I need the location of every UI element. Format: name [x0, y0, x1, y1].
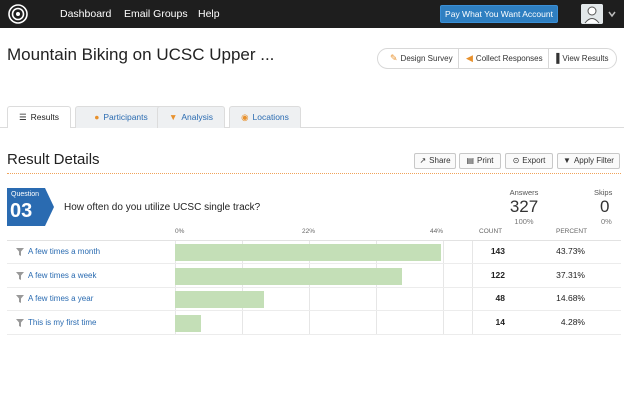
filter-icon[interactable]	[16, 271, 24, 280]
print-label: Print	[477, 156, 494, 165]
question-badge-arrow	[45, 188, 54, 226]
share-label: Share	[429, 156, 451, 165]
megaphone-icon: ◀	[466, 53, 473, 63]
view-results-label: View Results	[562, 54, 609, 63]
filter-icon[interactable]	[16, 318, 24, 327]
column-header-percent: PERCENT	[556, 228, 588, 235]
avatar[interactable]	[581, 4, 603, 24]
answer-percent: 37.31%	[556, 269, 585, 280]
print-button[interactable]: ▤ Print	[459, 153, 501, 169]
tab-results[interactable]: ☰ Results	[7, 106, 71, 128]
chevron-down-icon[interactable]	[607, 9, 617, 19]
answer-count: 122	[490, 269, 505, 280]
answer-label[interactable]: A few times a month	[28, 247, 100, 256]
question-badge-label: Question	[11, 191, 40, 198]
table-row: A few times a month 143 43.73%	[7, 241, 621, 264]
result-details-title: Result Details	[7, 151, 100, 168]
tab-analysis-label: Analysis	[181, 112, 214, 122]
apply-filter-label: Apply Filter	[573, 156, 614, 165]
answer-label[interactable]: A few times a week	[28, 271, 96, 280]
tab-results-label: Results	[30, 112, 59, 122]
question-number: 03	[10, 200, 33, 222]
answers-count: 327	[509, 197, 539, 216]
answer-label[interactable]: This is my first time	[28, 318, 96, 327]
answer-count: 48	[495, 293, 505, 303]
export-label: Export	[522, 156, 546, 165]
top-nav-bar: Dashboard Email Groups Help Pay What You…	[0, 0, 624, 28]
skips-percent: 0%	[601, 217, 612, 226]
answers-percent: 100%	[514, 217, 534, 226]
design-survey-label: Design Survey	[400, 54, 453, 63]
user-avatar-icon	[581, 4, 603, 24]
collect-responses-label: Collect Responses	[475, 54, 543, 63]
page-title: Mountain Biking on UCSC Upper ...	[7, 45, 275, 64]
bar-chart-icon: ▐	[553, 53, 560, 63]
answers-label: Answers	[509, 188, 539, 197]
tab-locations[interactable]: ◉ Locations	[229, 106, 301, 128]
nav-email-groups[interactable]: Email Groups	[124, 0, 188, 28]
share-button[interactable]: ↗ Share	[414, 153, 456, 169]
table-row: This is my first time 14 4.28%	[7, 312, 621, 335]
axis-tick-1: 22%	[302, 228, 316, 235]
view-results-button[interactable]: ▐ View Results	[553, 49, 608, 68]
axis-tick-0: 0%	[175, 228, 185, 235]
question-text: How often do you utilize UCSC single tra…	[64, 202, 261, 213]
filter-icon[interactable]	[16, 248, 24, 256]
result-bar	[175, 244, 442, 261]
pencil-icon: ✎	[390, 53, 398, 63]
table-row: A few times a week 122 37.31%	[7, 265, 621, 288]
answer-label[interactable]: A few times a year	[28, 294, 93, 303]
export-button[interactable]: ⊙ Export	[505, 153, 553, 169]
skips-count: 0	[600, 197, 610, 216]
column-header-count: COUNT	[479, 228, 503, 235]
filter-icon: ▼	[563, 156, 571, 165]
result-bar	[175, 267, 403, 285]
tab-participants[interactable]: ● Participants	[75, 106, 167, 128]
answer-percent: 43.73%	[556, 246, 585, 256]
pay-what-you-want-button[interactable]: Pay What You Want Account	[440, 5, 558, 23]
divider	[548, 49, 549, 68]
map-pin-icon: ◉	[241, 112, 249, 122]
filter-icon[interactable]	[16, 295, 24, 303]
divider	[458, 49, 459, 68]
result-bar	[175, 291, 265, 308]
survey-actions-group: ✎ Design Survey ◀ Collect Responses ▐ View …	[377, 48, 617, 69]
logo-icon[interactable]	[8, 4, 28, 24]
printer-icon: ▤	[466, 156, 475, 165]
tab-locations-label: Locations	[252, 112, 289, 122]
nav-help[interactable]: Help	[198, 0, 220, 28]
section-divider	[7, 173, 621, 174]
result-bar	[175, 314, 202, 332]
answer-count: 14	[495, 316, 505, 327]
design-survey-button[interactable]: ✎ Design Survey	[390, 49, 453, 68]
axis-tick-2: 44%	[430, 228, 444, 235]
tab-participants-label: Participants	[103, 112, 148, 122]
person-icon: ●	[94, 112, 100, 122]
share-icon: ↗	[419, 156, 427, 165]
answer-percent: 4.28%	[560, 316, 585, 327]
table-row: A few times a year 48 14.68%	[7, 288, 621, 311]
export-icon: ⊙	[512, 156, 520, 165]
apply-filter-button[interactable]: ▼ Apply Filter	[557, 153, 620, 169]
nav-dashboard[interactable]: Dashboard	[60, 0, 111, 28]
question-badge: Question 03	[7, 188, 45, 226]
list-icon: ☰	[19, 112, 27, 122]
skips-label: Skips	[594, 188, 613, 197]
collect-responses-button[interactable]: ◀ Collect Responses	[466, 49, 543, 68]
answer-percent: 14.68%	[556, 293, 585, 303]
filter-icon: ▼	[168, 112, 178, 122]
tab-analysis[interactable]: ▼ Analysis	[157, 106, 225, 128]
answer-count: 143	[490, 246, 505, 256]
